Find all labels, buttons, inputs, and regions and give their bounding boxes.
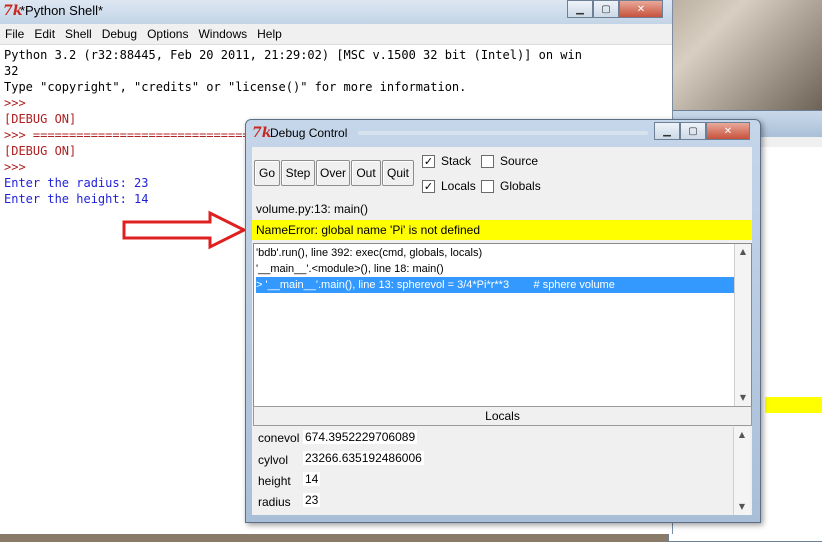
stack-list[interactable]: 'bdb'.run(), line 392: exec(cmd, globals… — [253, 243, 752, 407]
menu-windows[interactable]: Windows — [193, 24, 252, 44]
checkmark-icon: ✓ — [422, 179, 435, 193]
shell-line: 32 — [4, 64, 19, 78]
locals-checkbox[interactable]: ✓ Locals — [422, 179, 476, 193]
shell-line: >>> — [4, 96, 26, 110]
local-value[interactable]: 23266.635192486006 — [303, 451, 424, 465]
quit-button[interactable]: Quit — [382, 160, 414, 186]
menu-edit[interactable]: Edit — [29, 24, 60, 44]
stack-frame[interactable]: '__main__'.<module>(), line 18: main() — [256, 261, 444, 277]
shell-line: [DEBUG ON] — [4, 112, 77, 126]
red-arrow-icon — [122, 210, 248, 250]
maximize-icon[interactable]: ▢ — [680, 122, 706, 140]
scroll-up-icon[interactable]: ▲ — [734, 427, 750, 443]
local-name: radius — [258, 495, 291, 509]
stack-checkbox[interactable]: ✓ Stack — [422, 154, 471, 168]
shell-line: >>> ================================ — [4, 128, 265, 142]
go-button[interactable]: Go — [254, 160, 280, 186]
locals-list[interactable]: conevol 674.3952229706089 cylvol 23266.6… — [253, 427, 750, 515]
checkbox-empty-icon — [481, 179, 494, 193]
debug-title: Debug Control — [270, 126, 348, 140]
shell-line: >>> — [4, 160, 26, 174]
maximize-icon[interactable]: ▢ — [593, 0, 619, 18]
out-button[interactable]: Out — [351, 160, 381, 186]
shell-line: Type "copyright", "credits" or "license(… — [4, 80, 467, 94]
menu-file[interactable]: File — [0, 24, 29, 44]
checkbox-empty-icon — [481, 154, 494, 168]
local-name: conevol — [258, 431, 300, 445]
minimize-icon[interactable]: ▁ — [567, 0, 593, 18]
shell-titlebar[interactable]: 7k *Python Shell* ▁ ▢ ✕ — [0, 0, 672, 24]
scroll-down-icon[interactable]: ▼ — [735, 390, 751, 406]
stack-frame-selected[interactable]: > '__main__'.main(), line 13: spherevol … — [256, 277, 736, 293]
debug-window-controls: ▁ ▢ ✕ — [654, 122, 750, 140]
error-message: NameError: global name 'Pi' is not defin… — [252, 220, 752, 240]
menu-debug[interactable]: Debug — [97, 24, 142, 44]
close-icon[interactable]: ✕ — [706, 122, 750, 140]
background-highlight — [765, 397, 822, 413]
source-checkbox[interactable]: Source — [481, 154, 538, 168]
shell-menubar: File Edit Shell Debug Options Windows He… — [0, 24, 672, 45]
menu-options[interactable]: Options — [142, 24, 193, 44]
debug-status: volume.py:13: main() — [256, 202, 369, 216]
local-value[interactable]: 674.3952229706089 — [303, 430, 418, 444]
globals-checkbox[interactable]: Globals — [481, 179, 541, 193]
debug-body: Go Step Over Out Quit ✓ Stack Source ✓ L… — [252, 147, 752, 515]
menu-shell[interactable]: Shell — [60, 24, 97, 44]
globals-checkbox-label: Globals — [500, 179, 541, 193]
tk-logo-icon: 7k — [252, 125, 272, 141]
step-button[interactable]: Step — [281, 160, 315, 186]
shell-window-controls: ▁ ▢ ✕ — [567, 0, 663, 18]
stack-frame[interactable]: 'bdb'.run(), line 392: exec(cmd, globals… — [256, 245, 482, 261]
debug-control-window[interactable]: 7k Debug Control ▁ ▢ ✕ Go Step Over Out … — [245, 119, 761, 523]
source-checkbox-label: Source — [500, 154, 539, 168]
checkmark-icon: ✓ — [422, 154, 435, 168]
over-button[interactable]: Over — [316, 160, 350, 186]
debug-titlebar[interactable]: 7k Debug Control ▁ ▢ ✕ — [246, 120, 760, 146]
menu-help[interactable]: Help — [252, 24, 287, 44]
shell-line: Python 3.2 (r32:88445, Feb 20 2011, 21:2… — [4, 48, 582, 62]
local-value[interactable]: 23 — [303, 493, 321, 507]
locals-checkbox-label: Locals — [441, 179, 476, 193]
local-value[interactable]: 14 — [303, 472, 321, 486]
local-name: cylvol — [258, 453, 289, 467]
title-bar-decoration — [358, 131, 648, 135]
stack-checkbox-label: Stack — [441, 154, 472, 168]
scroll-up-icon[interactable]: ▲ — [735, 244, 751, 260]
minimize-icon[interactable]: ▁ — [654, 122, 680, 140]
shell-line: [DEBUG ON] — [4, 144, 77, 158]
shell-line: Enter the radius: 23 — [4, 176, 149, 190]
locals-header: Locals — [253, 406, 752, 426]
stack-scrollbar[interactable]: ▲ ▼ — [734, 244, 751, 406]
scroll-down-icon[interactable]: ▼ — [734, 499, 750, 515]
close-icon[interactable]: ✕ — [619, 0, 663, 18]
shell-title: *Python Shell* — [20, 3, 104, 18]
locals-scrollbar[interactable]: ▲ ▼ — [733, 427, 750, 515]
error-message-text: NameError: global name 'Pi' is not defin… — [256, 223, 481, 237]
local-name: height — [258, 474, 291, 488]
shell-line: Enter the height: 14 — [4, 192, 149, 206]
